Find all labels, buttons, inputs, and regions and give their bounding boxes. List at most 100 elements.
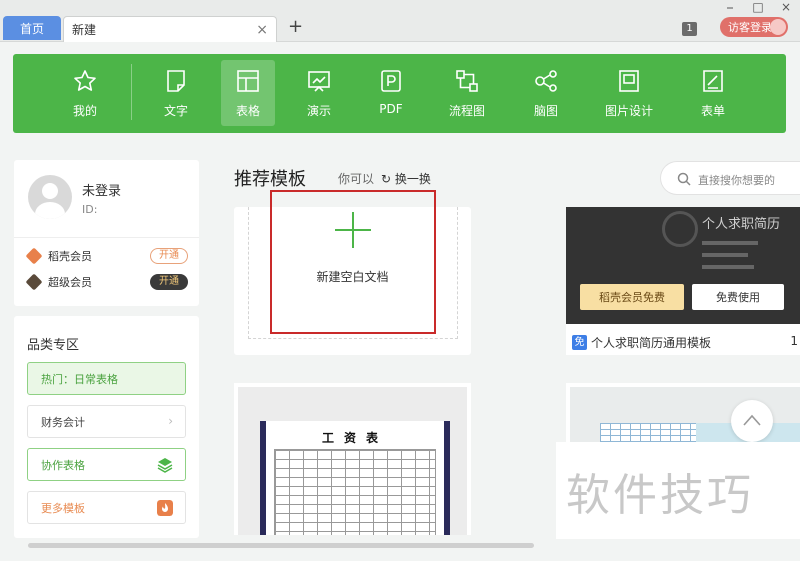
zone-item-hot[interactable]: 热门：日常表格 <box>27 362 186 395</box>
resume-caption-label: 个人求职简历通用模板 <box>591 336 712 350</box>
thumbnail-line <box>702 265 754 269</box>
divider <box>14 237 199 238</box>
zone-item-label: 财务会计 <box>41 415 85 429</box>
close-tab-icon[interactable]: × <box>256 22 268 38</box>
notification-badge[interactable]: 1 <box>682 22 697 36</box>
scroll-top-button[interactable] <box>731 400 773 442</box>
horizontal-scrollbar[interactable] <box>28 543 534 548</box>
search-input[interactable]: 直接搜你想要的 <box>660 161 800 195</box>
tab-new-label: 新建 <box>72 23 97 37</box>
zone-item-label: 更多模板 <box>41 501 85 515</box>
membership-label: 超级会员 <box>48 276 92 289</box>
salary-thumbnail: 工资表 <box>238 387 467 535</box>
category-flowchart[interactable]: 流程图 <box>440 60 494 126</box>
zone-item-finance[interactable]: 财务会计 › <box>27 405 186 438</box>
maximize-icon[interactable]: □ <box>752 0 764 15</box>
free-badge: 免 <box>572 335 587 350</box>
super-member-icon <box>25 273 43 291</box>
swap-label: 换一换 <box>394 172 431 186</box>
category-label: 脑图 <box>533 104 558 118</box>
tab-home-label: 首页 <box>19 21 44 36</box>
user-panel: 未登录 ID: 稻壳会员 开通 超级会员 开通 <box>14 160 199 306</box>
table-icon <box>237 70 259 92</box>
category-text[interactable]: 文字 <box>149 60 203 126</box>
category-presentation[interactable]: 演示 <box>292 60 346 126</box>
docer-member-free-button[interactable]: 稻壳会员免费 <box>580 284 684 310</box>
salary-template-card[interactable]: 工资表 <box>234 383 471 535</box>
resume-thumbnail: 个人求职简历 稻壳会员免费 免费使用 <box>566 207 800 324</box>
form-icon <box>703 70 723 92</box>
mindmap-icon <box>535 70 557 92</box>
zone-item-label: 协作表格 <box>41 458 85 472</box>
zone-title: 品类专区 <box>27 338 80 353</box>
you-can-label: 你可以 <box>338 172 375 186</box>
category-mine[interactable]: 我的 <box>58 60 112 126</box>
flame-icon <box>157 500 173 516</box>
category-label: 文字 <box>163 104 188 118</box>
resume-extra-number: 1 <box>790 334 798 348</box>
sheet-grid <box>274 449 436 535</box>
refresh-icon: ↻ <box>381 172 395 186</box>
close-window-icon[interactable]: × <box>780 0 792 15</box>
category-label: PDF <box>379 102 403 116</box>
user-id: ID: <box>82 203 98 216</box>
thumbnail-line <box>702 253 748 257</box>
minimize-icon[interactable]: ⎯ <box>724 0 736 15</box>
recommended-templates-title: 推荐模板 <box>234 169 306 190</box>
docer-membership-row: 稻壳会员 开通 <box>25 246 188 266</box>
zone-item-label: 热门：日常表格 <box>41 372 118 386</box>
open-super-member-button[interactable]: 开通 <box>150 274 188 290</box>
watermark-text: 软件技巧 <box>556 442 800 539</box>
user-avatar-icon <box>770 19 786 35</box>
category-form[interactable]: 表单 <box>686 60 740 126</box>
resume-template-card[interactable]: 个人求职简历 稻壳会员免费 免费使用 免 个人求职简历通用模板 1 <box>566 207 800 355</box>
category-table[interactable]: 表格 <box>221 60 275 126</box>
sheet-title: 工资表 <box>321 431 388 445</box>
resume-caption: 免 个人求职简历通用模板 <box>572 334 711 351</box>
user-name[interactable]: 未登录 <box>82 180 121 199</box>
thumbnail-title: 个人求职简历 <box>702 217 781 232</box>
title-bar: 首页 新建 × + ⎯ □ × 1 访客登录 <box>0 0 800 42</box>
category-label: 流程图 <box>448 104 485 118</box>
category-label: 演示 <box>306 104 331 118</box>
salary-sheet: 工资表 <box>260 421 450 535</box>
category-image-design[interactable]: 图片设计 <box>601 60 657 126</box>
super-membership-row: 超级会员 开通 <box>25 272 188 292</box>
search-placeholder: 直接搜你想要的 <box>698 174 775 187</box>
swap-button[interactable]: ↻ 换一换 <box>381 170 431 187</box>
avatar[interactable] <box>28 175 72 219</box>
flowchart-icon <box>456 70 478 92</box>
search-icon <box>677 172 691 186</box>
free-use-button[interactable]: 免费使用 <box>692 284 784 310</box>
guest-login-button[interactable]: 访客登录 <box>720 17 788 37</box>
star-icon <box>74 70 96 91</box>
open-docer-member-button[interactable]: 开通 <box>150 248 188 264</box>
category-zone: 品类专区 热门：日常表格 财务会计 › 协作表格 更多模板 <box>14 316 199 538</box>
category-label: 表单 <box>700 104 725 118</box>
category-label: 我的 <box>72 104 97 118</box>
document-icon <box>167 70 185 92</box>
category-pdf[interactable]: PDF <box>364 60 418 126</box>
category-mindmap[interactable]: 脑图 <box>519 60 573 126</box>
highlight-box <box>270 190 436 334</box>
tab-home[interactable]: 首页 <box>3 16 61 40</box>
chevron-up-icon <box>743 414 761 426</box>
layers-icon <box>157 458 173 473</box>
window-controls: ⎯ □ × <box>724 0 792 15</box>
add-tab-icon[interactable]: + <box>288 17 303 37</box>
zone-item-more[interactable]: 更多模板 <box>27 491 186 524</box>
chevron-right-icon: › <box>168 414 173 428</box>
category-bar: 我的 文字 表格 演示 PDF 流程图 脑图 图片设计 表单 <box>13 54 786 133</box>
zone-item-collab[interactable]: 协作表格 <box>27 448 186 481</box>
preview-eye-icon <box>662 211 698 247</box>
category-label: 图片设计 <box>604 104 653 118</box>
membership-label: 稻壳会员 <box>48 250 92 263</box>
category-divider <box>131 64 132 120</box>
tab-new[interactable]: 新建 × <box>63 16 277 42</box>
presentation-icon <box>308 71 330 92</box>
thumbnail-line <box>702 241 758 245</box>
guest-login-label: 访客登录 <box>728 21 772 34</box>
category-label: 表格 <box>235 104 260 118</box>
pdf-icon <box>381 70 401 92</box>
image-design-icon <box>619 70 639 92</box>
